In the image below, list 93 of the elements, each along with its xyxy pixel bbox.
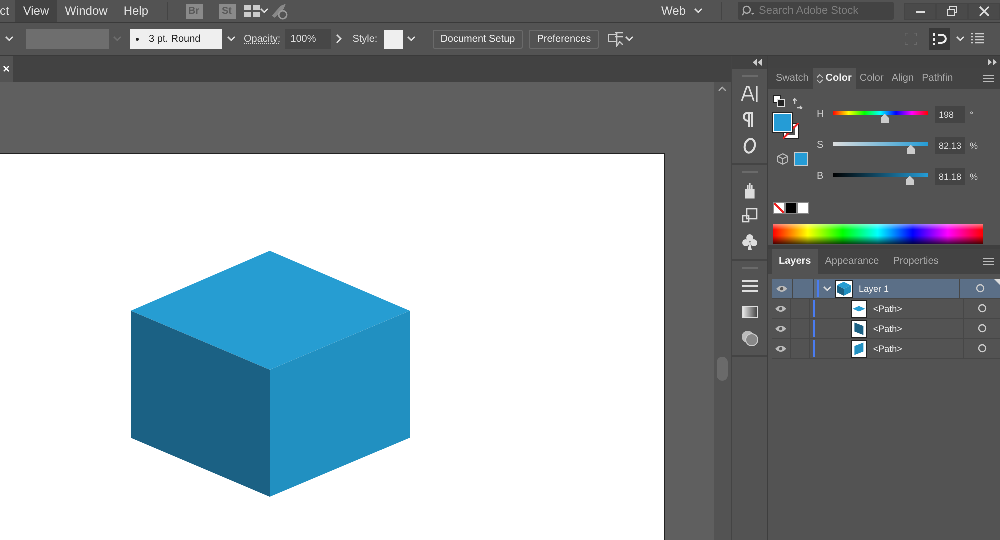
slider-thumb[interactable] (880, 114, 890, 123)
stroke-lines-icon[interactable] (740, 277, 758, 295)
menu-icon[interactable] (983, 258, 994, 266)
scroll-up-icon[interactable] (718, 86, 727, 92)
caret-icon[interactable] (822, 284, 832, 292)
toolbar-button[interactable]: Document Setup (432, 30, 524, 48)
layout-grid-icon[interactable] (244, 5, 260, 17)
expand-icon[interactable] (987, 58, 997, 66)
none-swatch[interactable] (773, 202, 785, 214)
opacity-field[interactable]: 100% (284, 29, 331, 49)
layer-name: Layer 1 (859, 284, 890, 294)
selection-corner-icon (994, 279, 1000, 285)
close-icon[interactable] (978, 6, 990, 16)
layer-row[interactable]: <Path> (772, 319, 1000, 339)
caret-icon[interactable] (407, 35, 416, 43)
panel-tab[interactable]: Color (856, 68, 888, 89)
slider-thumb[interactable] (906, 145, 916, 154)
list-icon[interactable] (971, 33, 984, 45)
color-swatch[interactable] (797, 202, 809, 214)
value-field[interactable]: 81.18 (935, 168, 965, 185)
menu-item[interactable]: ct (0, 0, 16, 22)
search-field[interactable]: Search Adobe Stock (738, 2, 894, 20)
caret-icon[interactable] (260, 7, 269, 15)
cube-icon[interactable] (777, 153, 789, 165)
menu-icon[interactable] (983, 74, 994, 82)
layer-row[interactable]: <Path> (772, 339, 1000, 359)
transparency-icon[interactable] (740, 329, 758, 347)
caret-icon[interactable] (625, 35, 634, 43)
default-colors-icon[interactable] (773, 95, 785, 107)
caret-icon[interactable] (956, 35, 965, 43)
panel-tab[interactable]: Properties (886, 249, 946, 274)
layer-row[interactable]: Layer 1 (772, 279, 1000, 299)
color-spectrum[interactable] (773, 224, 983, 244)
caret-icon (694, 7, 703, 15)
panel-tab[interactable]: Align (888, 68, 918, 89)
graphic-style-swatch[interactable] (384, 30, 403, 48)
layer-name: <Path> (873, 324, 904, 334)
eye-icon[interactable] (774, 344, 787, 352)
layer-thumbnail (851, 320, 868, 338)
opacity-label[interactable]: Opacity: (240, 34, 285, 44)
panel-tab[interactable]: Color (812, 68, 856, 89)
slider-label: S (817, 140, 825, 151)
restore-icon[interactable] (946, 6, 958, 16)
value-field[interactable]: 82.13 (935, 137, 965, 154)
target-circle-icon[interactable] (976, 284, 984, 293)
eye-icon[interactable] (776, 284, 788, 292)
color-swatch[interactable] (794, 152, 808, 166)
target-circle-icon[interactable] (978, 344, 987, 353)
toolbar-button[interactable]: Preferences (529, 30, 600, 48)
caret-icon[interactable] (4, 35, 14, 43)
target-circle-icon[interactable] (978, 324, 987, 333)
target-circle-icon[interactable] (978, 304, 987, 313)
slider-label: B (817, 171, 825, 182)
panel-tab[interactable]: Pathfin (918, 68, 958, 89)
transform-icon[interactable] (740, 207, 758, 225)
sort-arrows-icon (816, 74, 823, 84)
workspace-switcher[interactable]: Web (654, 4, 711, 18)
unit-label: % (970, 172, 978, 182)
collapse-icon[interactable] (753, 59, 763, 66)
fill-swatch[interactable] (773, 113, 792, 132)
panel-tab[interactable]: Appearance (818, 249, 886, 274)
gradient-icon[interactable] (740, 303, 758, 321)
value-field[interactable]: 198 (935, 106, 965, 123)
slider-thumb[interactable] (904, 176, 915, 185)
panel-tab[interactable]: Layers (772, 249, 818, 274)
layer-thumbnail (835, 280, 853, 298)
character-icon[interactable] (740, 85, 758, 103)
slider-label: H (817, 109, 826, 120)
menu-item[interactable]: Window (57, 0, 116, 22)
eye-icon[interactable] (774, 324, 787, 332)
unit-label: ° (970, 110, 974, 120)
chevron-right-icon[interactable] (336, 34, 344, 44)
club-icon[interactable] (740, 233, 758, 251)
layer-thumbnail (851, 300, 868, 318)
style-label: Style: (352, 34, 379, 44)
layer-thumbnail (851, 340, 868, 358)
layer-name: <Path> (873, 344, 904, 354)
swap-arrows-icon[interactable] (793, 98, 804, 109)
cube-drawing[interactable] (131, 251, 410, 497)
menu-item[interactable]: Help (116, 0, 157, 22)
menu-item[interactable]: View (15, 0, 58, 22)
eye-icon[interactable] (774, 304, 787, 312)
stroke-profile-dropdown[interactable]: 3 pt. Round (130, 29, 222, 49)
caret-icon (113, 35, 122, 43)
color-swatch[interactable] (785, 202, 797, 214)
layer-row[interactable]: <Path> (772, 299, 1000, 319)
stroke-color-field[interactable] (26, 29, 109, 49)
unit-label: % (970, 140, 978, 150)
close-tab-button[interactable]: × (0, 56, 13, 82)
panel-tab[interactable]: Swatch (772, 68, 813, 89)
caret-icon[interactable] (226, 35, 236, 43)
snap-icon[interactable] (932, 32, 946, 46)
layer-name: <Path> (873, 304, 904, 314)
